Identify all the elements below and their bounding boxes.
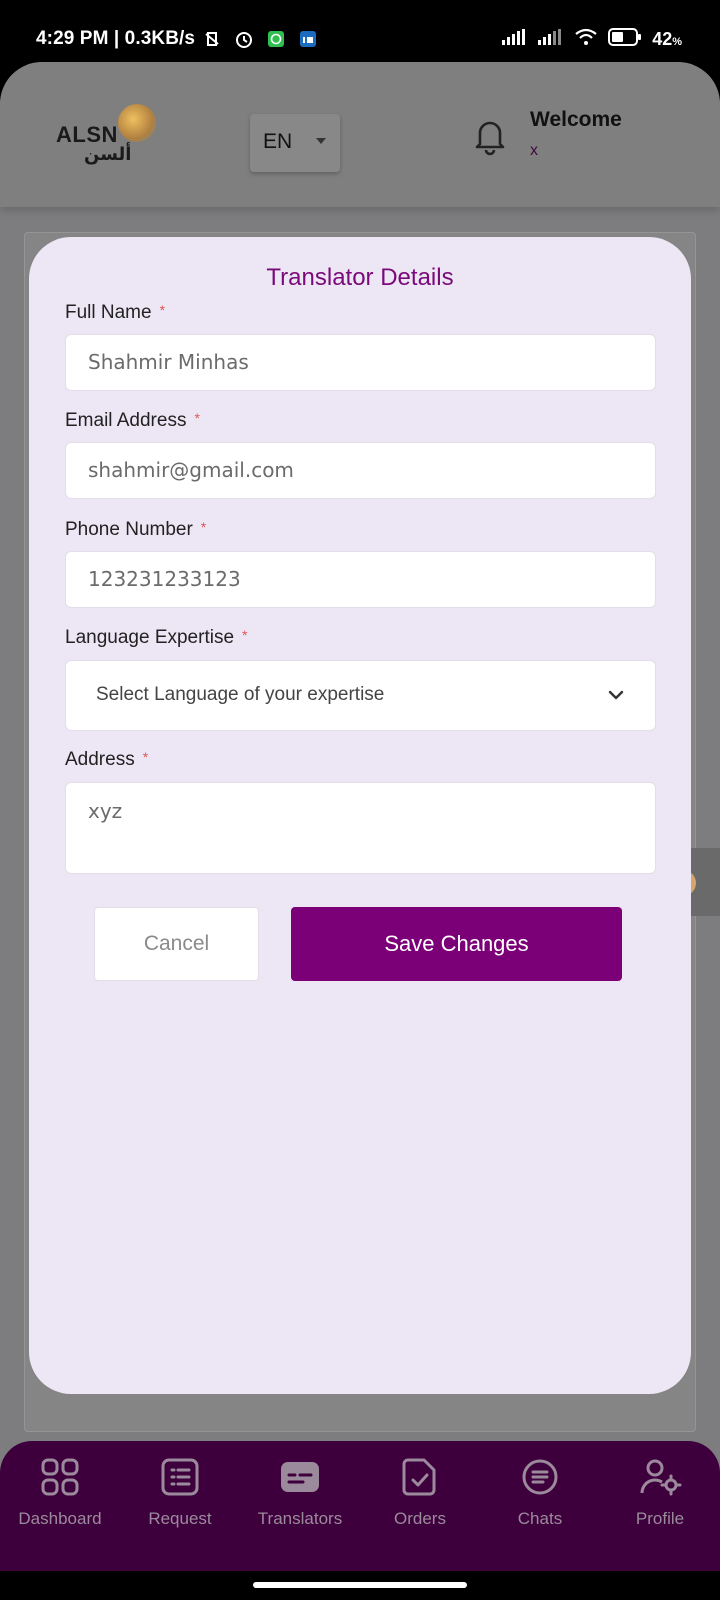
address-label: Address * [65,749,148,771]
required-mark: * [159,302,166,318]
full-name-label-text: Full Name [65,302,152,323]
screen: 4:29 PM | 0.3KB/s 42% ALSN ألسن EN Welco… [0,0,720,1600]
status-notification-icons [201,29,319,49]
nav-item-orders[interactable]: Orders [360,1455,480,1555]
nav-item-translators[interactable]: Translators [240,1455,360,1555]
chat-icon [518,1455,562,1499]
linkedin-icon [297,29,319,49]
logo-arabic-text: ألسن [84,144,132,164]
phone-label: Phone Number * [65,519,206,541]
nav-item-chats[interactable]: Chats [480,1455,600,1555]
translator-details-modal: Translator Details Full Name * Shahmir Mi… [29,237,691,1394]
email-label-text: Email Address [65,410,187,431]
language-expertise-label-text: Language Expertise [65,627,235,648]
phone-input[interactable]: 123231233123 [65,551,656,608]
caret-down-icon [316,138,326,144]
language-value: EN [263,130,293,153]
full-name-input[interactable]: Shahmir Minhas [65,334,656,391]
list-icon [158,1455,202,1499]
nav-label-orders: Orders [394,1509,446,1528]
full-name-label: Full Name * [65,302,165,324]
battery-icon [608,28,642,51]
alarm-icon [233,29,255,49]
bottom-navigation: Dashboard Request Translators Orders Cha… [0,1441,720,1571]
email-input[interactable]: shahmir@gmail.com [65,442,656,499]
status-bar: 4:29 PM | 0.3KB/s 42% [0,0,720,62]
battery-percent: 42% [652,29,682,50]
nav-label-translators: Translators [257,1509,343,1528]
email-label: Email Address * [65,410,200,432]
address-label-text: Address [65,749,135,770]
app-header: ALSN ألسن EN Welcome x [0,62,720,207]
bell-icon[interactable] [472,116,508,156]
language-expertise-label: Language Expertise * [65,627,247,649]
vibrate-off-icon [201,29,223,49]
save-changes-button[interactable]: Save Changes [291,907,622,981]
signal-icon [502,29,528,50]
status-time: 4:29 PM | 0.3KB/s [36,28,196,49]
language-expertise-placeholder: Select Language of your expertise [96,684,385,705]
nav-item-request[interactable]: Request [120,1455,240,1555]
required-mark: * [194,410,200,426]
whatsapp-icon [265,29,287,49]
address-textarea[interactable]: xyz [65,782,656,874]
nav-item-dashboard[interactable]: Dashboard [0,1455,120,1555]
language-selector[interactable]: EN [250,114,340,172]
required-mark: * [242,627,248,643]
nav-label-profile: Profile [635,1509,685,1528]
nav-label-request: Request [148,1509,212,1528]
required-mark: * [200,519,207,535]
battery-unit: % [672,36,682,48]
signal-2-icon [538,29,564,50]
logo-badge-icon [118,104,156,142]
id-card-icon [278,1455,322,1499]
modal-title: Translator Details [266,264,454,291]
status-system-icons: 42% [502,28,682,51]
chevron-down-icon [604,683,628,707]
app-logo[interactable]: ALSN ألسن [56,104,160,168]
battery-value: 42 [652,29,673,49]
phone-label-text: Phone Number [65,519,193,540]
language-expertise-select[interactable]: Select Language of your expertise [65,660,656,731]
user-gear-icon [638,1455,682,1499]
nav-label-chats: Chats [517,1509,563,1528]
cancel-button[interactable]: Cancel [94,907,259,981]
nav-item-profile[interactable]: Profile [600,1455,720,1555]
wifi-icon [574,28,598,51]
user-name: x [530,142,538,159]
document-check-icon [398,1455,442,1499]
required-mark: * [142,749,149,765]
welcome-text: Welcome [530,108,622,131]
grid-icon [38,1455,82,1499]
nav-label-dashboard: Dashboard [18,1509,102,1528]
home-indicator[interactable] [253,1582,467,1588]
